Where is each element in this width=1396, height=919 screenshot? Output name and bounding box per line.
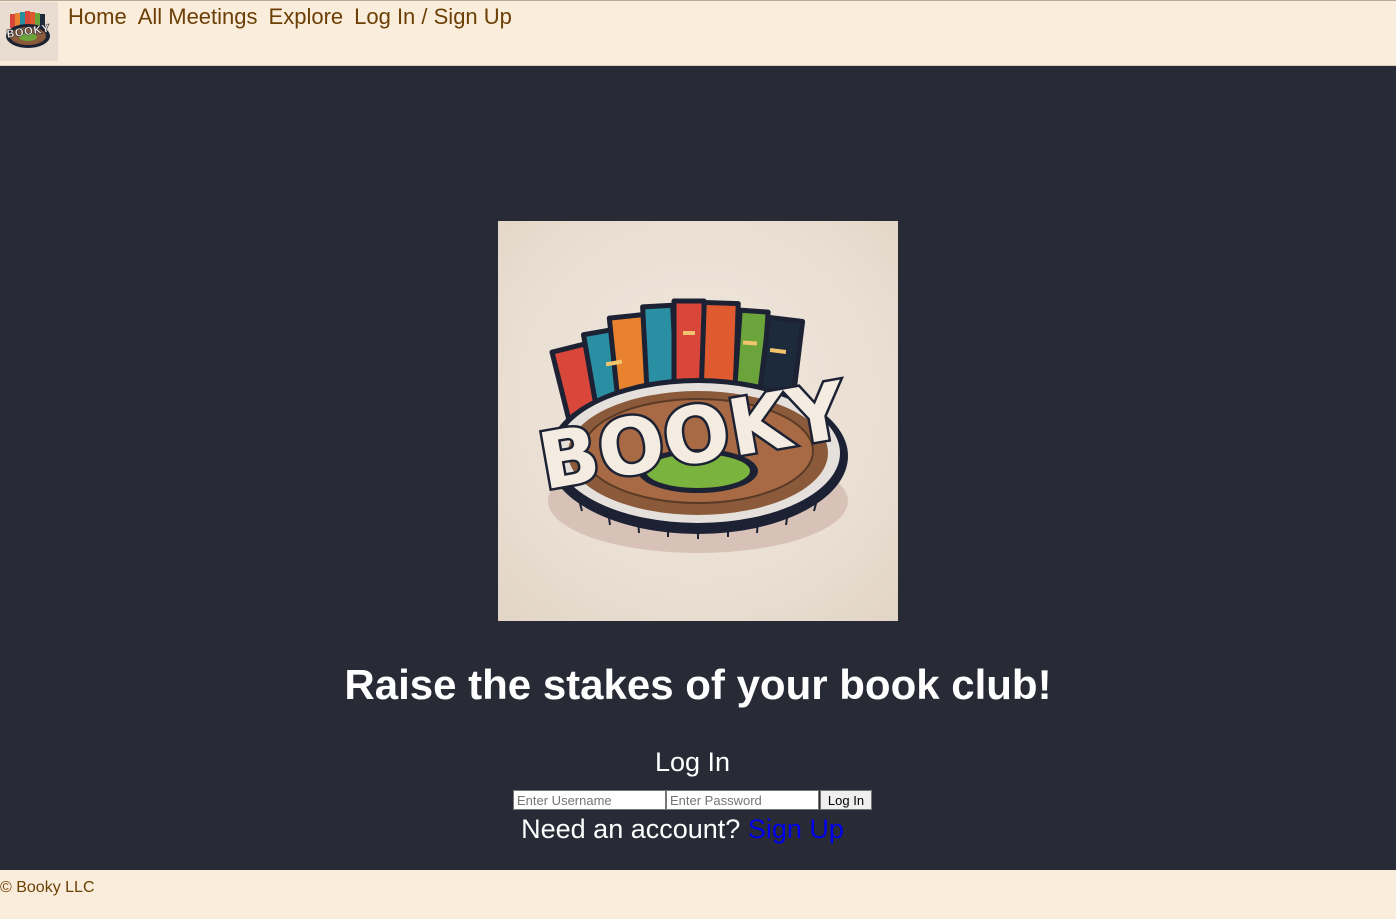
footer: © Booky LLC	[0, 870, 1396, 919]
nav-link-login-signup[interactable]: Log In / Sign Up	[354, 4, 512, 30]
login-button[interactable]: Log In	[820, 790, 872, 810]
tagline: Raise the stakes of your book club!	[344, 661, 1052, 708]
username-input[interactable]	[513, 790, 666, 810]
password-input[interactable]	[666, 790, 819, 810]
nav-links: Home All Meetings Explore Log In / Sign …	[68, 4, 512, 30]
signup-prompt-text: Need an account?	[521, 814, 741, 844]
signup-link[interactable]: Sign Up	[748, 814, 844, 844]
booky-logo-icon: BOOKY	[0, 2, 58, 61]
main-content: BOOKY Raise the stakes of your book club…	[0, 66, 1396, 870]
navbar: BOOKY Home All Meetings Explore Log In /…	[0, 0, 1396, 66]
footer-copyright: © Booky LLC	[0, 879, 95, 896]
signup-prompt-line: Need an account? Sign Up	[0, 812, 1365, 846]
login-heading: Log In	[654, 747, 731, 777]
nav-link-explore[interactable]: Explore	[269, 4, 344, 30]
nav-logo[interactable]: BOOKY	[0, 2, 58, 61]
nav-link-all-meetings[interactable]: All Meetings	[138, 4, 258, 30]
hero-logo-image: BOOKY	[498, 221, 898, 621]
login-form: Log In	[513, 790, 872, 810]
booky-hero-logo-icon: BOOKY	[530, 298, 856, 553]
nav-link-home[interactable]: Home	[68, 4, 127, 30]
